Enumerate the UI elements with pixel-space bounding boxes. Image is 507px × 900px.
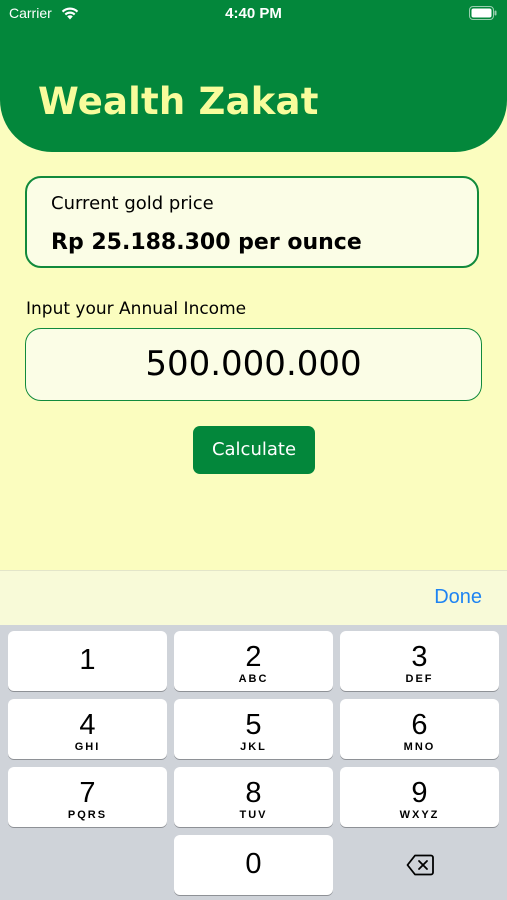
key-letters: TUV bbox=[239, 809, 268, 821]
keyboard-accessory-bar: Done bbox=[0, 570, 507, 625]
delete-key[interactable] bbox=[340, 835, 499, 895]
key-letters: PQRS bbox=[67, 809, 108, 821]
app-header: Carrier 4:40 PM Wealth Zakat bbox=[0, 0, 507, 152]
gold-price-value: Rp 25.188.300 per ounce bbox=[51, 230, 362, 255]
calculate-button[interactable]: Calculate bbox=[193, 426, 315, 474]
key-5[interactable]: 5 JKL bbox=[174, 699, 333, 759]
key-digit: 4 bbox=[79, 709, 96, 741]
status-bar: Carrier 4:40 PM bbox=[0, 0, 507, 28]
key-letters: GHI bbox=[74, 741, 101, 753]
key-digit: 0 bbox=[245, 848, 262, 880]
key-letters: JKL bbox=[240, 741, 267, 753]
done-button[interactable]: Done bbox=[434, 586, 482, 609]
key-letters: MNO bbox=[403, 741, 436, 753]
gold-price-label: Current gold price bbox=[51, 193, 214, 214]
key-letters: WXYZ bbox=[399, 809, 440, 821]
key-1[interactable]: 1 bbox=[8, 631, 167, 691]
key-2[interactable]: 2 ABC bbox=[174, 631, 333, 691]
gold-price-card: Current gold price Rp 25.188.300 per oun… bbox=[25, 176, 479, 268]
key-4[interactable]: 4 GHI bbox=[8, 699, 167, 759]
key-letters: DEF bbox=[405, 673, 434, 685]
key-digit: 2 bbox=[245, 641, 262, 673]
key-digit: 5 bbox=[245, 709, 262, 741]
page-title: Wealth Zakat bbox=[38, 80, 319, 123]
key-digit: 6 bbox=[411, 709, 428, 741]
key-digit: 3 bbox=[411, 641, 428, 673]
key-digit: 1 bbox=[79, 644, 96, 676]
annual-income-label: Input your Annual Income bbox=[26, 299, 247, 319]
key-3[interactable]: 3 DEF bbox=[340, 631, 499, 691]
key-0[interactable]: 0 bbox=[174, 835, 333, 895]
key-8[interactable]: 8 TUV bbox=[174, 767, 333, 827]
backspace-icon bbox=[406, 854, 434, 876]
battery-icon bbox=[469, 6, 497, 20]
key-digit: 7 bbox=[79, 777, 96, 809]
key-9[interactable]: 9 WXYZ bbox=[340, 767, 499, 827]
annual-income-input[interactable]: 500.000.000 bbox=[25, 328, 482, 401]
numeric-keypad: 1 2 ABC 3 DEF 4 GHI 5 JKL 6 MNO 7 PQRS 8… bbox=[0, 625, 507, 900]
key-letters: ABC bbox=[238, 673, 269, 685]
key-digit: 8 bbox=[245, 777, 262, 809]
key-7[interactable]: 7 PQRS bbox=[8, 767, 167, 827]
clock: 4:40 PM bbox=[225, 5, 282, 22]
key-digit: 9 bbox=[411, 777, 428, 809]
key-6[interactable]: 6 MNO bbox=[340, 699, 499, 759]
